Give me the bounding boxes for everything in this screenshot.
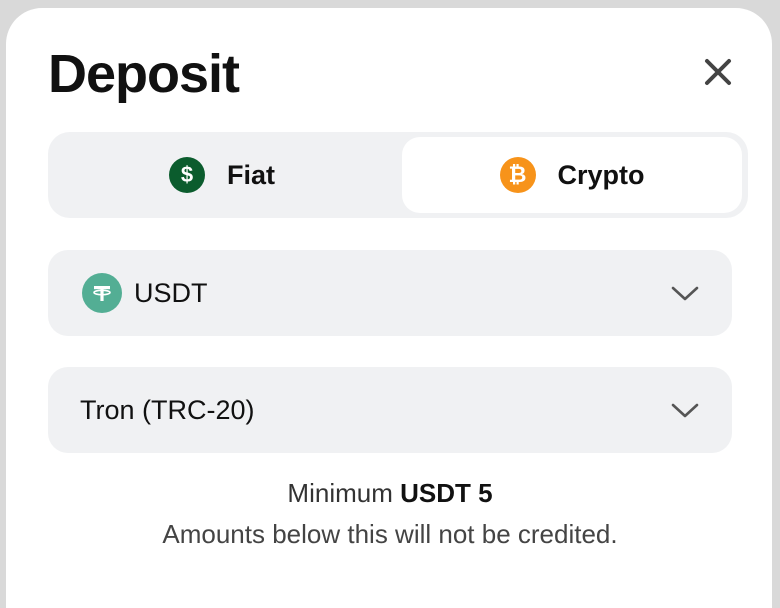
deposit-modal: Deposit $ Fiat ₿ Crypto USDT Tron (TRC-2… — [6, 8, 772, 608]
tab-fiat[interactable]: $ Fiat — [52, 137, 392, 213]
tether-icon — [82, 273, 122, 313]
chevron-down-icon — [671, 403, 699, 418]
minimum-note: Amounts below this will not be credited. — [162, 519, 618, 549]
tab-crypto[interactable]: ₿ Crypto — [402, 137, 742, 213]
page-title: Deposit — [48, 44, 240, 104]
close-button[interactable] — [698, 52, 738, 92]
asset-select[interactable]: USDT — [48, 250, 732, 336]
minimum-deposit-text: Minimum USDT 5 — [0, 478, 780, 509]
tab-fiat-label: Fiat — [226, 159, 275, 190]
minimum-value: USDT 5 — [400, 478, 493, 508]
dollar-coin-icon: $ — [168, 157, 205, 193]
tab-crypto-label: Crypto — [557, 159, 645, 190]
network-select[interactable]: Tron (TRC-20) — [48, 367, 732, 453]
asset-select-value: USDT — [134, 277, 208, 308]
minimum-prefix: Minimum — [287, 478, 393, 508]
close-icon — [705, 59, 731, 85]
chevron-down-icon — [671, 286, 699, 301]
bitcoin-icon: ₿ — [499, 157, 536, 193]
network-select-value: Tron (TRC-20) — [80, 394, 255, 425]
deposit-type-tabs: $ Fiat ₿ Crypto — [48, 132, 748, 218]
